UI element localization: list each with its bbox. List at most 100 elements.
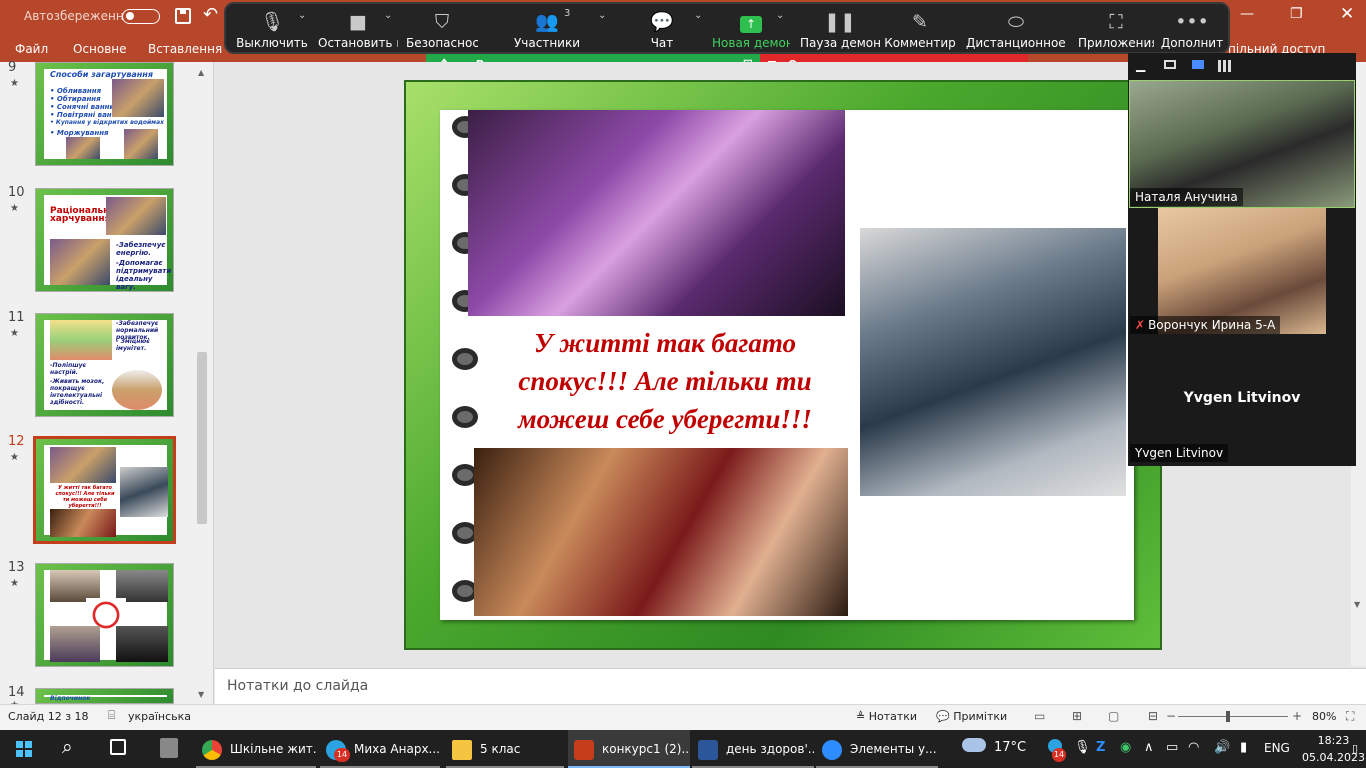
muted-mic-icon: ✗ — [1135, 318, 1146, 332]
animation-star-icon: ★ — [10, 78, 19, 89]
taskbar-app-word[interactable]: день здоров'... — [692, 730, 814, 768]
slide-thumbnail-11[interactable]: -Забезпечує нормальний розвиток. - Зміцн… — [35, 313, 174, 417]
minimize-icon[interactable]: — — [1240, 6, 1254, 22]
fit-slide-icon[interactable]: ⛶ — [1346, 709, 1354, 724]
participant-name: Наталя Анучина — [1130, 188, 1243, 206]
weather-temperature[interactable]: 17°C — [994, 740, 1026, 755]
slide-thumbnail-9[interactable]: Способи загартування • Обливання • Обтир… — [35, 62, 174, 166]
animation-star-icon: ★ — [10, 452, 19, 463]
app-tray-icon[interactable]: ◉ — [1120, 740, 1131, 755]
restore-icon[interactable]: ❐ — [1290, 6, 1303, 22]
taskbar-app-powerpoint[interactable]: конкурс1 (2)... — [568, 730, 690, 768]
participants-count: 3 — [564, 8, 571, 19]
notes-placeholder: Нотатки до слайда — [227, 678, 369, 694]
zoom-out-icon[interactable]: − — [1166, 709, 1176, 723]
participants-button[interactable]: 👥 3 ⌄ Участники — [502, 4, 606, 54]
network-icon[interactable]: ▭ — [1166, 740, 1178, 755]
zoom-tray-icon[interactable]: Z — [1096, 740, 1105, 755]
save-icon[interactable] — [175, 8, 191, 24]
stop-video-button[interactable]: ■ ⌄ Остановить в — [318, 4, 398, 54]
pause-icon: ❚❚ — [824, 11, 856, 33]
security-button[interactable]: ⛉ Безопаснос — [406, 4, 478, 54]
comments-toggle-button[interactable]: 💬 Примітки — [936, 710, 1007, 723]
folder-icon — [452, 739, 472, 760]
participant-display-name[interactable]: Yvgen Litvinov — [1128, 390, 1356, 406]
slide-number: 9 — [8, 60, 17, 75]
zoom-in-icon[interactable]: + — [1292, 709, 1302, 723]
taskbar-app-zoom[interactable]: Элементы у... — [816, 730, 938, 768]
search-icon[interactable]: ⌕ — [62, 736, 73, 758]
binder-ring — [452, 406, 478, 428]
annotate-button[interactable]: ✎ Комментир — [884, 4, 956, 54]
microphone-tray-icon[interactable]: 🎙 — [1074, 740, 1091, 755]
spellcheck-icon[interactable]: ⌸ — [108, 708, 115, 723]
close-icon[interactable]: ✕ — [1340, 4, 1354, 24]
tab-home[interactable]: Основне — [73, 42, 127, 56]
task-view-icon[interactable] — [110, 739, 126, 755]
chrome-icon — [202, 739, 222, 760]
calculator-icon[interactable] — [160, 738, 178, 758]
slideshow-icon[interactable]: ⊟ — [1148, 709, 1158, 723]
taskbar-app-chrome[interactable]: Шкільне жит... — [196, 730, 316, 768]
slide-thumbnail-12[interactable]: У житті так багато спокус!!! Але тільки … — [33, 436, 176, 544]
unread-badge: 14 — [334, 748, 350, 762]
chat-button[interactable]: 💬 ⌄ Чат — [632, 4, 702, 54]
zoom-slider[interactable] — [1178, 716, 1288, 717]
participants-icon: 👥 — [535, 11, 559, 33]
animation-star-icon: ★ — [10, 578, 19, 589]
tab-insert[interactable]: Вставлення — [148, 42, 222, 56]
reading-view-icon[interactable]: ▢ — [1108, 709, 1119, 723]
slide-photo-party[interactable] — [468, 110, 845, 316]
gallery-view-icon[interactable] — [1218, 60, 1231, 72]
slide-sorter-icon[interactable]: ⊞ — [1072, 709, 1082, 723]
notes-pane[interactable] — [215, 668, 1366, 704]
slide-photo-graffiti[interactable] — [860, 228, 1126, 496]
scrollbar-thumb[interactable] — [197, 352, 207, 524]
tab-file[interactable]: Файл — [15, 42, 48, 56]
notes-toggle-button[interactable]: ≜ Нотатки — [856, 710, 917, 723]
keyboard-language[interactable]: ENG — [1264, 741, 1290, 755]
share-screen-icon: ↑ — [740, 16, 762, 33]
wifi-icon[interactable]: ◠ — [1188, 740, 1199, 755]
slide-number-selected: 12 — [8, 434, 25, 449]
undo-icon[interactable]: ↶ — [203, 4, 218, 25]
slide-number: 14 — [8, 685, 25, 700]
slide-photo-toast[interactable] — [474, 448, 848, 616]
autosave-toggle[interactable] — [122, 9, 160, 24]
slide-thumbnail-10[interactable]: Раціональне харчування -Забезпечує енерг… — [35, 188, 174, 292]
chat-icon: 💬 — [650, 11, 674, 33]
taskbar-app-explorer[interactable]: 5 клас — [446, 730, 564, 768]
slide-caption[interactable]: У житті так багато спокус!!! Але тільки … — [478, 324, 852, 438]
shield-icon: ⛉ — [434, 11, 450, 33]
scroll-up-icon[interactable]: ▲ — [198, 68, 204, 77]
weather-cloud-icon[interactable] — [962, 738, 986, 752]
zoom-share-toolbar: 🎙 ⌄ Выключить ■ ⌄ Остановить в ⛉ Безопас… — [224, 2, 1230, 54]
zoom-icon — [822, 739, 842, 760]
single-view-icon[interactable] — [1164, 60, 1176, 69]
strip-view-icon[interactable] — [1192, 60, 1204, 69]
status-bar — [0, 704, 1366, 730]
battery-icon[interactable]: ▮ — [1240, 740, 1247, 755]
apps-button[interactable]: ⛶ Приложения — [1078, 4, 1154, 54]
slide-thumbnail-14[interactable]: Відпочинок — [35, 688, 174, 704]
minimize-icon[interactable]: ▁ — [1136, 58, 1145, 72]
slide-thumbnail-13[interactable] — [35, 563, 174, 667]
participant-name: Yvgen Litvinov — [1130, 444, 1229, 462]
zoom-level[interactable]: 80% — [1312, 710, 1336, 723]
notifications-icon[interactable]: ▯ — [1352, 742, 1358, 755]
scroll-down-icon[interactable]: ▼ — [198, 690, 204, 699]
normal-view-icon[interactable]: ▭ — [1034, 709, 1045, 723]
pause-share-button[interactable]: ❚❚ Пауза демон — [800, 4, 880, 54]
mute-button[interactable]: 🎙 ⌄ Выключить — [232, 4, 312, 54]
more-button[interactable]: ••• Дополнит — [1160, 4, 1224, 54]
new-share-button[interactable]: ↑ ⌄ Новая демон — [712, 4, 790, 54]
powerpoint-icon — [574, 739, 594, 760]
windows-start-icon[interactable] — [16, 741, 32, 757]
language-indicator[interactable]: українська — [128, 710, 191, 723]
scroll-down-icon[interactable]: ▼ — [1354, 600, 1360, 609]
zoom-slider-handle[interactable] — [1226, 711, 1230, 722]
volume-icon[interactable]: 🔊 — [1214, 740, 1230, 755]
slide-indicator: Слайд 12 з 18 — [8, 710, 89, 723]
chevron-up-icon[interactable]: ∧ — [1144, 740, 1154, 755]
remote-control-button[interactable]: ⬭ Дистанционное у — [966, 4, 1066, 54]
